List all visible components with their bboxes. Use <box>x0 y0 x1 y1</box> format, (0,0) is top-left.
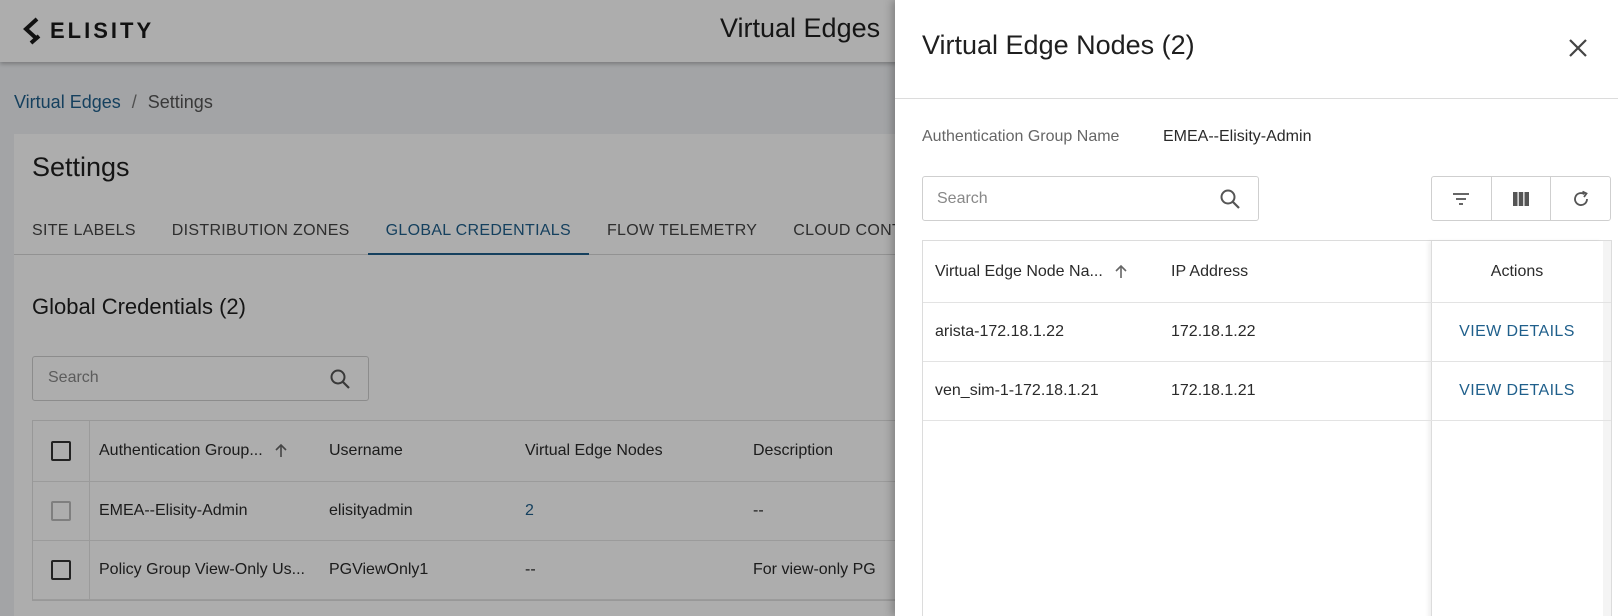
table-header-row: Virtual Edge Node Na... IP Address Actio… <box>923 241 1611 303</box>
cell-ip-address: 172.18.1.22 <box>1171 323 1256 340</box>
table-toolbar <box>1431 176 1611 221</box>
search-icon[interactable] <box>1218 187 1242 211</box>
actions-cell: VIEW DETAILS <box>1431 362 1603 420</box>
close-icon[interactable] <box>1564 34 1592 62</box>
cell-node-name: ven_sim-1-172.18.1.21 <box>935 382 1099 399</box>
view-details-link[interactable]: VIEW DETAILS <box>1459 382 1575 400</box>
virtual-edge-nodes-table: Virtual Edge Node Na... IP Address Actio… <box>922 240 1612 616</box>
cell-node-name: arista-172.18.1.22 <box>935 323 1064 340</box>
columns-button[interactable] <box>1492 177 1552 220</box>
drawer-search-input[interactable] <box>937 187 1197 211</box>
table-row[interactable]: arista-172.18.1.22 172.18.1.22 VIEW DETA… <box>923 303 1611 362</box>
drawer-search-field[interactable] <box>922 176 1259 221</box>
column-header-actions: Actions <box>1490 262 1544 280</box>
column-header-ip-address[interactable]: IP Address <box>1171 241 1248 302</box>
sort-up-icon[interactable] <box>1113 264 1129 280</box>
filter-icon <box>1453 192 1470 205</box>
filter-button[interactable] <box>1432 177 1492 220</box>
columns-icon <box>1513 191 1529 206</box>
auth-group-name-value: EMEA--Elisity-Admin <box>1163 128 1312 145</box>
table-row[interactable]: ven_sim-1-172.18.1.21 172.18.1.21 VIEW D… <box>923 362 1611 421</box>
actions-cell: VIEW DETAILS <box>1431 303 1603 361</box>
refresh-button[interactable] <box>1551 177 1610 220</box>
cell-ip-address: 172.18.1.21 <box>1171 382 1256 399</box>
view-details-link[interactable]: VIEW DETAILS <box>1459 323 1575 341</box>
drawer-header: Virtual Edge Nodes (2) <box>895 0 1618 99</box>
refresh-icon <box>1573 190 1588 206</box>
drawer-title: Virtual Edge Nodes (2) <box>922 30 1195 60</box>
column-header-label: Virtual Edge Node Na... <box>935 262 1103 280</box>
column-header-node-name[interactable]: Virtual Edge Node Na... <box>935 241 1129 302</box>
auth-group-name-label: Authentication Group Name <box>922 128 1120 145</box>
virtual-edge-nodes-drawer: Virtual Edge Nodes (2) Authentication Gr… <box>895 0 1618 616</box>
